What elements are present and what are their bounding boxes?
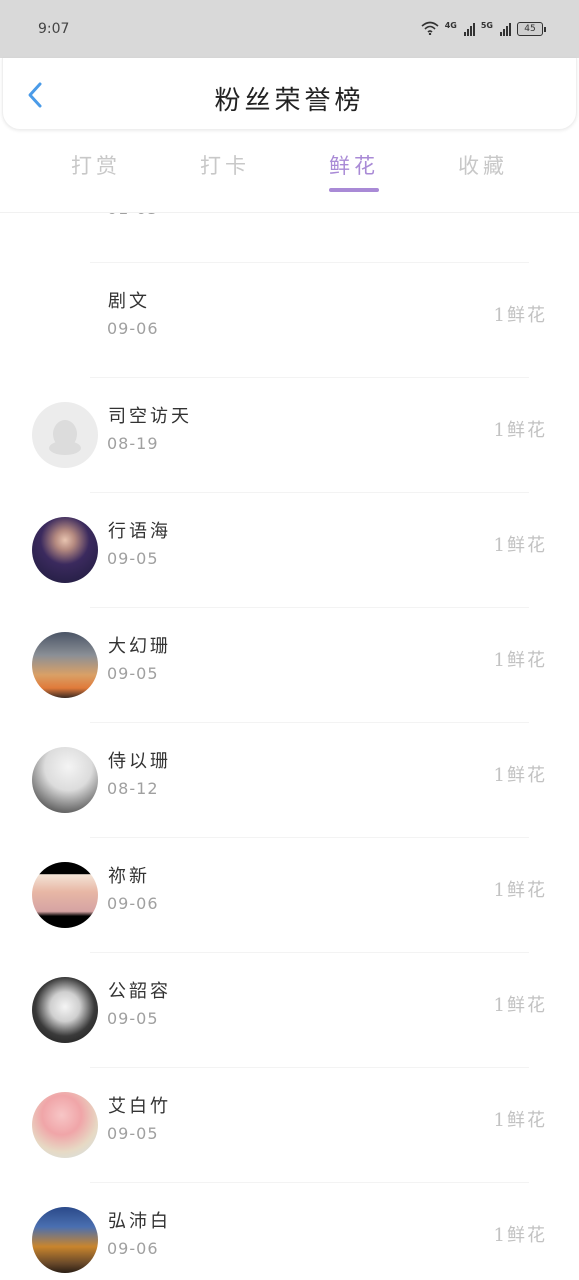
status-bar: 9:07 4G 5G 45 (0, 0, 579, 58)
item-name: 侍以珊 (108, 751, 171, 772)
avatar (32, 862, 98, 928)
item-date: 08-12 (107, 779, 159, 798)
item-gift: 1鲜花 (493, 1225, 547, 1246)
wifi-icon (421, 21, 439, 38)
list-item[interactable]: 公韶容 09-05 1鲜花 (0, 953, 579, 1068)
ranking-list[interactable]: 01-05 剧文 09-06 1鲜花 司空访天 08-19 1鲜花 行语海 09… (0, 213, 579, 1280)
item-gift: 1鲜花 (493, 995, 547, 1016)
status-time: 9:07 (38, 21, 70, 37)
item-name: 公韶容 (108, 981, 171, 1002)
avatar (32, 977, 98, 1043)
app-header: 粉丝荣誉榜 (2, 58, 577, 130)
item-name: 司空访天 (108, 406, 192, 427)
battery-level: 45 (524, 24, 536, 34)
item-name: 弘沛白 (108, 1211, 171, 1232)
default-avatar-icon (32, 402, 98, 468)
network-type-1: 4G (444, 20, 457, 30)
item-gift: 1鲜花 (493, 535, 547, 556)
signal-icon (463, 22, 475, 36)
network-type-2: 5G (480, 20, 493, 30)
list-item[interactable]: 祢新 09-06 1鲜花 (0, 838, 579, 953)
item-gift: 1鲜花 (493, 650, 547, 671)
item-date: 08-19 (107, 434, 159, 453)
item-date: 09-05 (107, 1009, 159, 1028)
list-item[interactable]: 弘沛白 09-06 1鲜花 (0, 1183, 579, 1280)
item-name: 艾白竹 (108, 1096, 171, 1117)
signal-icon-2 (500, 22, 511, 36)
avatar (32, 1092, 98, 1158)
item-date: 09-05 (107, 1124, 159, 1143)
item-gift: 1鲜花 (493, 1110, 547, 1131)
avatar (32, 747, 98, 813)
page-title: 粉丝荣誉榜 (214, 86, 365, 116)
list-item-partial[interactable]: 01-05 (0, 213, 579, 263)
item-gift: 1鲜花 (493, 305, 547, 326)
item-date: 01-05 (107, 213, 159, 218)
item-name: 大幻珊 (108, 636, 171, 657)
status-icons: 4G 5G 45 (421, 20, 546, 38)
tab-bar: 打赏 打卡 鲜花 收藏 (0, 138, 579, 198)
tab-reward[interactable]: 打赏 (46, 150, 146, 180)
list-item[interactable]: 剧文 09-06 1鲜花 (0, 263, 579, 378)
item-date: 09-05 (107, 664, 159, 683)
item-gift: 1鲜花 (493, 765, 547, 786)
avatar (32, 632, 98, 698)
avatar (32, 517, 98, 583)
battery-icon: 45 (517, 22, 546, 36)
list-item[interactable]: 侍以珊 08-12 1鲜花 (0, 723, 579, 838)
list-item[interactable]: 大幻珊 09-05 1鲜花 (0, 608, 579, 723)
list-item[interactable]: 艾白竹 09-05 1鲜花 (0, 1068, 579, 1183)
item-name: 剧文 (108, 291, 150, 312)
list-item[interactable]: 行语海 09-05 1鲜花 (0, 493, 579, 608)
item-date: 09-05 (107, 549, 159, 568)
avatar (32, 1207, 98, 1273)
item-gift: 1鲜花 (493, 880, 547, 901)
item-date: 09-06 (107, 1239, 159, 1258)
tab-checkin[interactable]: 打卡 (175, 150, 275, 180)
item-gift: 1鲜花 (493, 420, 547, 441)
item-name: 行语海 (108, 521, 171, 542)
tab-flowers[interactable]: 鲜花 (304, 150, 404, 180)
active-tab-indicator (329, 188, 379, 192)
item-date: 09-06 (107, 319, 159, 338)
avatar (32, 287, 98, 353)
list-item[interactable]: 司空访天 08-19 1鲜花 (0, 378, 579, 493)
tab-favorites[interactable]: 收藏 (433, 150, 533, 180)
item-date: 09-06 (107, 894, 159, 913)
item-name: 祢新 (108, 866, 150, 887)
